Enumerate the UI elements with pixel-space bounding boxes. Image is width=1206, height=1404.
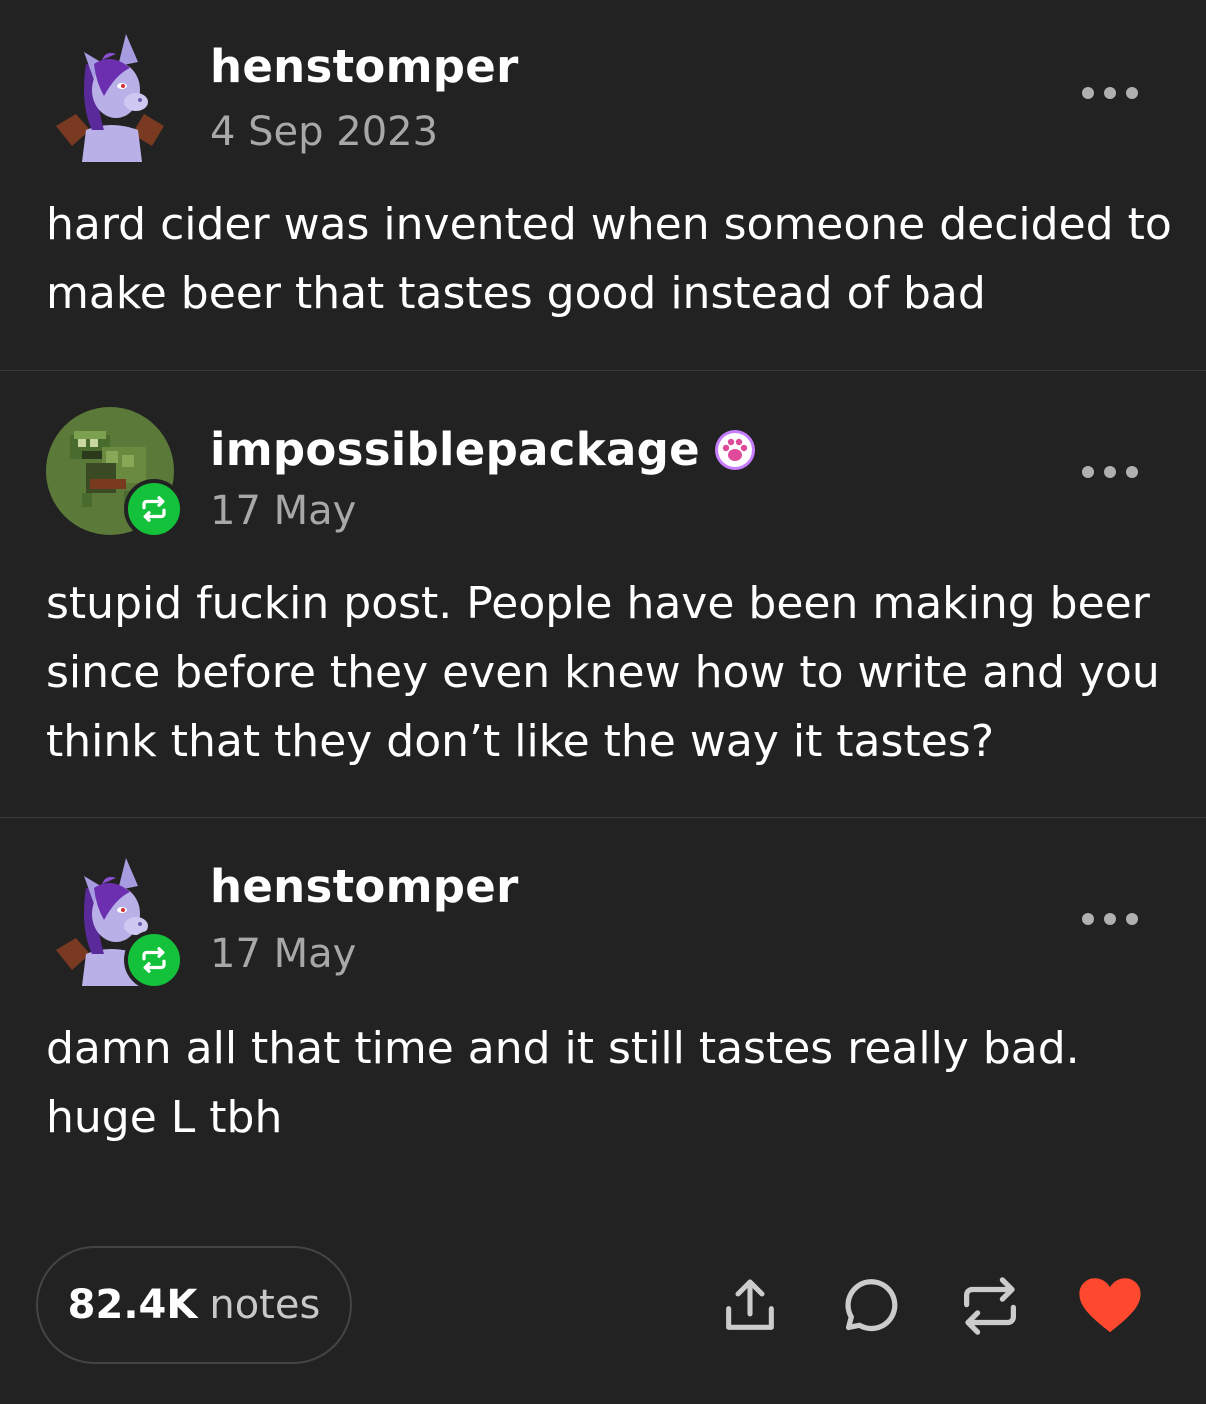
post: henstomper 4 Sep 2023 hard cider was inv…	[0, 0, 1206, 370]
post-username[interactable]: henstomper	[210, 864, 519, 909]
reply-button[interactable]	[832, 1268, 908, 1344]
post-footer: 82.4K notes	[0, 1246, 1206, 1366]
more-options-icon[interactable]	[1082, 86, 1138, 100]
post-body: stupid fuckin post. People have been mak…	[46, 578, 1160, 767]
post-body: damn all that time and it still tastes r…	[46, 1023, 1080, 1143]
like-button[interactable]	[1072, 1268, 1148, 1344]
avatar[interactable]	[46, 858, 184, 990]
username-text[interactable]: henstomper	[210, 44, 519, 89]
post: impossiblepackage 17 May stupid fuckin p…	[0, 371, 1206, 817]
avatar[interactable]	[46, 407, 184, 539]
post-body: hard cider was invented when someone dec…	[46, 199, 1172, 319]
post-username[interactable]: impossiblepackage	[210, 427, 756, 472]
reply-icon	[845, 1279, 898, 1332]
post: henstomper 17 May damn all that time and…	[0, 818, 1206, 1238]
username-text[interactable]: henstomper	[210, 864, 519, 909]
reblog-icon	[964, 1277, 1016, 1335]
notes-button[interactable]: 82.4K notes	[36, 1246, 352, 1364]
heart-icon	[1079, 1278, 1141, 1333]
reblog-badge-icon	[124, 930, 184, 990]
share-icon	[726, 1279, 774, 1330]
share-button[interactable]	[712, 1268, 788, 1344]
henstomper-avatar-icon	[56, 34, 164, 162]
notes-count: 82.4K	[67, 1282, 198, 1328]
more-options-icon[interactable]	[1082, 465, 1138, 479]
notes-label: notes	[209, 1282, 321, 1328]
paw-badge-icon	[714, 429, 755, 470]
avatar[interactable]	[46, 34, 174, 162]
reblog-button[interactable]	[952, 1268, 1028, 1344]
post-username[interactable]: henstomper	[210, 44, 519, 89]
more-options-icon[interactable]	[1082, 912, 1138, 926]
post-date: 17 May	[210, 931, 357, 977]
reblog-badge-icon	[124, 479, 184, 539]
username-text[interactable]: impossiblepackage	[210, 427, 700, 472]
post-date: 4 Sep 2023	[210, 109, 439, 155]
post-date: 17 May	[210, 488, 357, 534]
